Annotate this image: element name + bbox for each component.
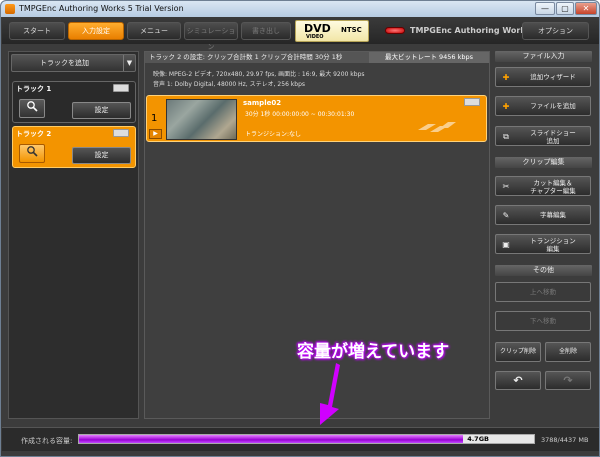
transition-edit-label: トランジション 編集 bbox=[530, 237, 576, 253]
undo-icon[interactable]: ↶ bbox=[495, 371, 541, 390]
close-track-icon[interactable] bbox=[113, 129, 129, 137]
tab-export[interactable]: 書き出し bbox=[241, 22, 291, 40]
max-bitrate: 最大ビットレート 9456 kbps bbox=[369, 52, 489, 63]
subtitle-edit-label: 字幕編集 bbox=[540, 211, 566, 219]
cut-edit-label: カット編集＆ チャプター編集 bbox=[530, 179, 576, 195]
ntsc-text: NTSC bbox=[341, 26, 362, 34]
slideshow-icon: ⧉ bbox=[503, 132, 509, 141]
search-icon[interactable] bbox=[19, 144, 45, 163]
clip-transition: トランジション:なし bbox=[245, 131, 302, 138]
track-panel: トラックを追加 ▼ トラック 1 設定 トラック 2 設定 bbox=[8, 51, 139, 419]
annotation-arrow-icon bbox=[320, 363, 340, 425]
title-bar: TMPGEnc Authoring Works 5 Trial Version … bbox=[1, 1, 599, 17]
track-item-1[interactable]: トラック 1 設定 bbox=[12, 81, 136, 123]
track-name: トラック 2 bbox=[16, 130, 52, 138]
close-track-icon[interactable] bbox=[113, 84, 129, 92]
chevron-down-icon[interactable]: ▼ bbox=[123, 55, 135, 71]
section-file-input: ファイル入力 bbox=[495, 51, 592, 62]
track-settings-button[interactable]: 設定 bbox=[72, 102, 131, 119]
add-file-label: ファイルを追加 bbox=[530, 102, 576, 110]
minimize-button[interactable]: — bbox=[535, 2, 555, 15]
section-other: その他 bbox=[495, 265, 592, 276]
track-item-2[interactable]: トラック 2 設定 bbox=[12, 126, 136, 168]
section-clip-edit: クリップ編集 bbox=[495, 157, 592, 168]
maximize-button[interactable]: ▢ bbox=[556, 2, 574, 15]
subtitle-icon: ✎ bbox=[502, 211, 510, 220]
scissors-icon: ✂ bbox=[502, 182, 510, 191]
delete-all-button[interactable]: 全削除 bbox=[545, 342, 591, 362]
app-icon bbox=[5, 4, 15, 14]
add-wizard-label: 追加ウィザード bbox=[530, 73, 576, 81]
move-down-label: 下へ移動 bbox=[530, 317, 556, 325]
tab-simulation[interactable]: シミュレーション bbox=[184, 22, 238, 51]
add-slideshow-button[interactable]: ⧉ スライドショー 追加 bbox=[495, 126, 591, 146]
track-name: トラック 1 bbox=[16, 85, 52, 93]
track-settings-button[interactable]: 設定 bbox=[72, 147, 131, 164]
capacity-value: 3788/4437 MB bbox=[541, 436, 589, 444]
close-button[interactable]: ✕ bbox=[575, 2, 597, 15]
transition-icon: ▣ bbox=[502, 240, 510, 249]
add-file-icon: ✚ bbox=[502, 102, 510, 111]
clip-name: sample02 bbox=[243, 99, 282, 107]
add-track-label: トラックを追加 bbox=[40, 59, 89, 67]
tab-input-settings[interactable]: 入力設定 bbox=[68, 22, 124, 40]
subtitle-edit-button[interactable]: ✎ 字幕編集 bbox=[495, 205, 591, 225]
action-panel: ファイル入力 ✚ 追加ウィザード ✚ ファイルを追加 ⧉ スライドショー 追加 … bbox=[495, 51, 593, 419]
dvd-video-text: VIDEO bbox=[306, 34, 324, 40]
audio-info: 音声 1: Dolby Digital, 48000 Hz, ステレオ, 256… bbox=[153, 81, 306, 88]
capacity-used-text: 4.7GB bbox=[467, 435, 489, 443]
clip-delete-button[interactable]: クリップ削除 bbox=[495, 342, 541, 362]
dvd-video-ntsc-logo: DVD VIDEO NTSC bbox=[295, 20, 369, 42]
add-wizard-button[interactable]: ✚ 追加ウィザード bbox=[495, 67, 591, 87]
top-toolbar: スタート 入力設定 メニュー シミュレーション 書き出し DVD VIDEO N… bbox=[2, 17, 599, 51]
clip-duration: 30分 1秒 00:00:00:00 ~ 00:30:01:30 bbox=[245, 111, 355, 118]
transition-edit-button[interactable]: ▣ トランジション 編集 bbox=[495, 234, 591, 254]
transition-decoration-icon bbox=[418, 122, 456, 132]
capacity-label: 作成される容量: bbox=[21, 437, 73, 445]
tab-start[interactable]: スタート bbox=[9, 22, 65, 40]
options-button[interactable]: オプション bbox=[522, 22, 589, 40]
move-down-button[interactable]: 下へ移動 bbox=[495, 311, 591, 331]
app-window: TMPGEnc Authoring Works 5 Trial Version … bbox=[0, 0, 600, 457]
track-summary: トラック 2 の設定: クリップ合計数 1 クリップ合計時間 30分 1秒 bbox=[149, 53, 343, 61]
clip-item[interactable]: 1 ▶ sample02 30分 1秒 00:00:00:00 ~ 00:30:… bbox=[146, 95, 487, 142]
clip-number: 1 bbox=[151, 113, 158, 124]
capacity-bar: 4.7GB bbox=[78, 434, 535, 444]
track-settings-header: トラック 2 の設定: クリップ合計数 1 クリップ合計時間 30分 1秒 最大… bbox=[145, 52, 489, 63]
search-icon[interactable] bbox=[19, 99, 45, 118]
wizard-icon: ✚ bbox=[502, 73, 510, 82]
add-file-button[interactable]: ✚ ファイルを追加 bbox=[495, 96, 591, 116]
add-slideshow-label: スライドショー 追加 bbox=[530, 129, 576, 145]
video-info: 映像: MPEG-2 ビデオ, 720x480, 29.97 fps, 画面比 … bbox=[153, 71, 365, 78]
capacity-bar-area: 作成される容量: 4.7GB 3788/4437 MB bbox=[2, 427, 599, 451]
window-title: TMPGEnc Authoring Works 5 Trial Version bbox=[19, 4, 184, 13]
redo-icon[interactable]: ↷ bbox=[545, 371, 591, 390]
status-light-icon bbox=[385, 27, 405, 34]
move-up-button[interactable]: 上へ移動 bbox=[495, 282, 591, 302]
tab-menu[interactable]: メニュー bbox=[127, 22, 181, 40]
close-clip-icon[interactable] bbox=[464, 98, 480, 106]
move-up-label: 上へ移動 bbox=[530, 288, 556, 296]
clip-thumbnail bbox=[166, 99, 237, 140]
capacity-fill bbox=[79, 435, 464, 443]
cut-edit-button[interactable]: ✂ カット編集＆ チャプター編集 bbox=[495, 176, 591, 196]
brand-name: TMPGEnc Authoring Works 5 bbox=[410, 26, 539, 35]
play-icon[interactable]: ▶ bbox=[149, 129, 162, 139]
annotation-text: 容量が増えています bbox=[297, 342, 450, 362]
add-track-dropdown[interactable]: トラックを追加 ▼ bbox=[11, 54, 136, 72]
